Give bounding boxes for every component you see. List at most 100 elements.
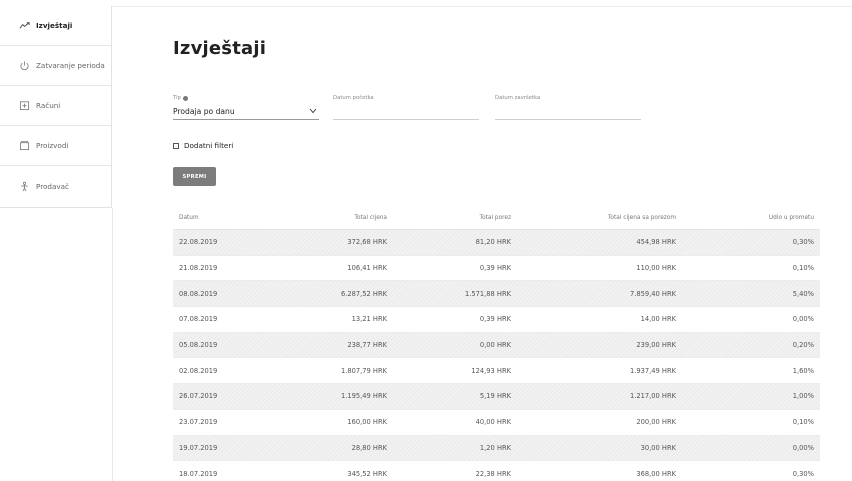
cell-share: 0,30% [792,238,814,247]
box-icon [19,140,30,151]
cell-total-tax: 1.937,49 HRK [630,366,676,375]
start-date-input[interactable] [333,105,479,120]
cell-date: 18.07.2019 [179,469,218,478]
cell-date: 07.08.2019 [179,315,218,324]
top-divider [112,6,852,7]
cell-tax: 0,39 HRK [479,264,511,273]
cell-tax: 1.571,88 HRK [465,289,511,298]
cell-tax: 1,20 HRK [479,443,511,452]
cell-date: 19.07.2019 [179,443,218,452]
sidebar-item-label: Računi [36,101,61,110]
additional-filters[interactable]: Dodatni filteri [173,141,233,150]
cell-total-tax: 30,00 HRK [640,443,676,452]
cell-date: 02.08.2019 [179,366,218,375]
table-row[interactable]: 26.07.2019 1.195,49 HRK 5,19 HRK 1.217,0… [173,384,820,410]
cell-total-tax: 368,00 HRK [636,469,676,478]
cell-total-tax: 110,00 HRK [636,264,676,273]
cell-tax: 5,19 HRK [479,392,511,401]
trending-up-icon [19,20,30,31]
cell-date: 21.08.2019 [179,264,218,273]
cell-share: 0,30% [792,469,814,478]
cell-total: 160,00 HRK [347,418,387,427]
info-icon [182,95,188,101]
cell-total: 372,68 HRK [347,238,387,247]
cell-tax: 22,38 HRK [475,469,511,478]
cell-total: 1.195,49 HRK [341,392,387,401]
table-row[interactable]: 02.08.2019 1.807,79 HRK 124,93 HRK 1.937… [173,358,820,385]
cell-share: 1,00% [792,392,814,401]
cell-total-tax: 454,98 HRK [636,238,676,247]
power-icon [19,60,30,71]
cell-date: 08.08.2019 [179,289,218,298]
cell-date: 22.08.2019 [179,238,218,247]
cell-total: 6.287,52 HRK [341,289,387,298]
table-row[interactable]: 07.08.2019 13,21 HRK 0,39 HRK 14,00 HRK … [173,307,820,333]
person-icon [19,181,30,192]
cell-total: 106,41 HRK [347,264,387,273]
sidebar-item-izvjestaji[interactable]: Izvještaji [0,6,111,46]
cell-tax: 0,00 HRK [479,341,511,350]
sidebar: Izvještaji Zatvaranje perioda Računi Pro… [0,6,112,208]
cell-share: 0,10% [792,418,814,427]
additional-filters-checkbox[interactable] [173,142,179,149]
sidebar-item-proizvodi[interactable]: Proizvodi [0,126,111,166]
end-date-label: Datum završetka [495,95,541,101]
cell-total-tax: 1.217,00 HRK [630,392,676,401]
report-table: Datum Total cijena Total porez Total cij… [173,206,820,481]
column-header-total-porez[interactable]: Total porez [393,215,517,221]
cell-share: 5,40% [792,289,814,298]
cell-share: 0,00% [792,315,814,324]
start-date-label: Datum početka [333,95,374,101]
tip-select-value: Prodaja po danu [173,107,235,116]
tip-label: Tip [173,95,188,101]
table-row[interactable]: 21.08.2019 106,41 HRK 0,39 HRK 110,00 HR… [173,256,820,282]
cell-tax: 81,20 HRK [475,238,511,247]
chevron-down-icon [309,107,317,116]
additional-filters-label: Dodatni filteri [184,141,234,150]
sidebar-item-prodavac[interactable]: Prodavač [0,166,111,206]
page-title: Izvještaji [173,38,267,59]
cell-total-tax: 239,00 HRK [636,341,676,350]
cell-date: 26.07.2019 [179,392,218,401]
table-header: Datum Total cijena Total porez Total cij… [173,206,820,230]
cell-share: 0,10% [792,264,814,273]
cell-tax: 40,00 HRK [475,418,511,427]
end-date-input[interactable] [495,105,641,120]
cell-total: 13,21 HRK [351,315,387,324]
table-row[interactable]: 05.08.2019 238,77 HRK 0,00 HRK 239,00 HR… [173,332,820,359]
sidebar-item-label: Izvještaji [36,21,73,30]
cell-tax: 124,93 HRK [471,366,511,375]
cell-total-tax: 7.859,40 HRK [630,289,676,298]
cell-date: 05.08.2019 [179,341,218,350]
cell-total-tax: 200,00 HRK [636,418,676,427]
tip-label-text: Tip [173,95,181,101]
cell-total-tax: 14,00 HRK [640,315,676,324]
cell-share: 0,20% [792,341,814,350]
sidebar-item-label: Proizvodi [36,141,69,150]
sidebar-item-label: Prodavač [36,181,69,191]
cell-total: 28,80 HRK [351,443,387,452]
column-header-total-cijena[interactable]: Total cijena [273,215,393,221]
table-row[interactable]: 18.07.2019 345,52 HRK 22,38 HRK 368,00 H… [173,461,820,481]
receipt-icon [19,100,30,111]
table-row[interactable]: 22.08.2019 372,68 HRK 81,20 HRK 454,98 H… [173,230,820,256]
sidebar-item-zatvaranje-perioda[interactable]: Zatvaranje perioda [0,46,111,86]
column-header-total-sa-porezom[interactable]: Total cijena sa porezom [517,215,682,221]
table-row[interactable]: 19.07.2019 28,80 HRK 1,20 HRK 30,00 HRK … [173,435,820,462]
sidebar-item-label: Zatvaranje perioda [36,61,105,70]
table-row[interactable]: 23.07.2019 160,00 HRK 40,00 HRK 200,00 H… [173,410,820,436]
content-divider [112,208,113,481]
cell-total: 238,77 HRK [347,341,387,350]
column-header-udio[interactable]: Udio u prometu [682,215,820,221]
tip-select[interactable]: Prodaja po danu [173,104,319,120]
table-row[interactable]: 08.08.2019 6.287,52 HRK 1.571,88 HRK 7.8… [173,281,820,308]
cell-total: 1.807,79 HRK [341,366,387,375]
cell-share: 1,60% [792,366,814,375]
cell-tax: 0,39 HRK [479,315,511,324]
cell-share: 0,00% [792,443,814,452]
save-button[interactable]: SPREMI [173,167,216,186]
table-body: 22.08.2019 372,68 HRK 81,20 HRK 454,98 H… [173,230,820,481]
cell-date: 23.07.2019 [179,418,218,427]
sidebar-item-racuni[interactable]: Računi [0,86,111,126]
column-header-datum[interactable]: Datum [173,215,273,221]
